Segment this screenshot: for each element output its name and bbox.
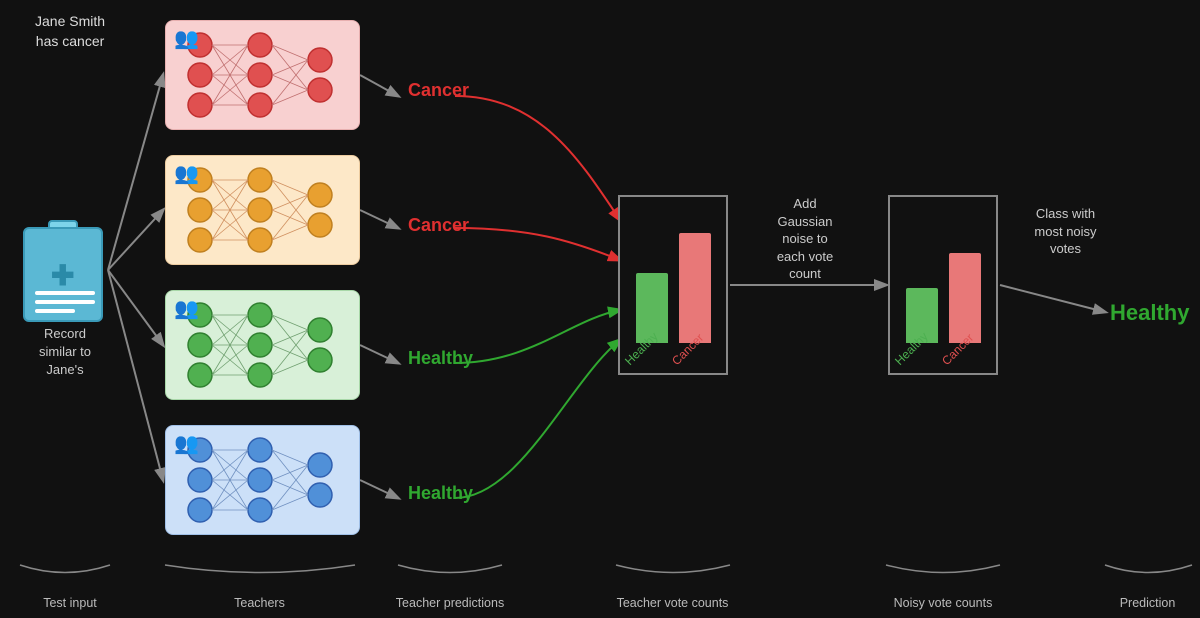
teacher-icon-4: 👥 <box>174 431 199 456</box>
nn-box-2: 👥 <box>165 155 360 265</box>
cancer-bar-1 <box>679 233 711 343</box>
nn-box-4: 👥 <box>165 425 360 535</box>
noisy-vote-counts-label: Noisy vote counts <box>878 596 1008 610</box>
teacher-icon-3: 👥 <box>174 296 199 321</box>
vote-chart-1: Healthy Cancer <box>618 195 728 375</box>
final-prediction: Healthy <box>1110 300 1189 326</box>
nn-box-3: 👥 <box>165 290 360 400</box>
class-most-noisy: Class withmost noisyvotes <box>1008 205 1123 258</box>
teacher-icon-2: 👥 <box>174 161 199 186</box>
pred-label-2: Cancer <box>408 215 469 236</box>
teacher-vote-counts-label: Teacher vote counts <box>610 596 735 610</box>
test-input-label: Test input <box>15 596 125 610</box>
teacher-icon-1: 👥 <box>174 26 199 51</box>
pred-label-3: Healthy <box>408 348 473 369</box>
gaussian-annotation: AddGaussiannoise toeach votecount <box>740 195 870 283</box>
clipboard-icon: ✚ <box>18 215 108 325</box>
teachers-label: Teachers <box>162 596 357 610</box>
vote-chart-2: Healthy Cancer <box>888 195 998 375</box>
pred-label-4: Healthy <box>408 483 473 504</box>
nn-box-1: 👥 <box>165 20 360 130</box>
record-label: Recordsimilar toJane's <box>5 325 125 380</box>
teacher-predictions-label: Teacher predictions <box>390 596 510 610</box>
pred-label-1: Cancer <box>408 80 469 101</box>
jane-label: Jane Smithhas cancer <box>35 12 105 51</box>
diagram: Jane Smithhas cancer ✚ Recordsimilar toJ… <box>0 0 1200 618</box>
cancer-bar-2 <box>949 253 981 343</box>
prediction-label: Prediction <box>1100 596 1195 610</box>
